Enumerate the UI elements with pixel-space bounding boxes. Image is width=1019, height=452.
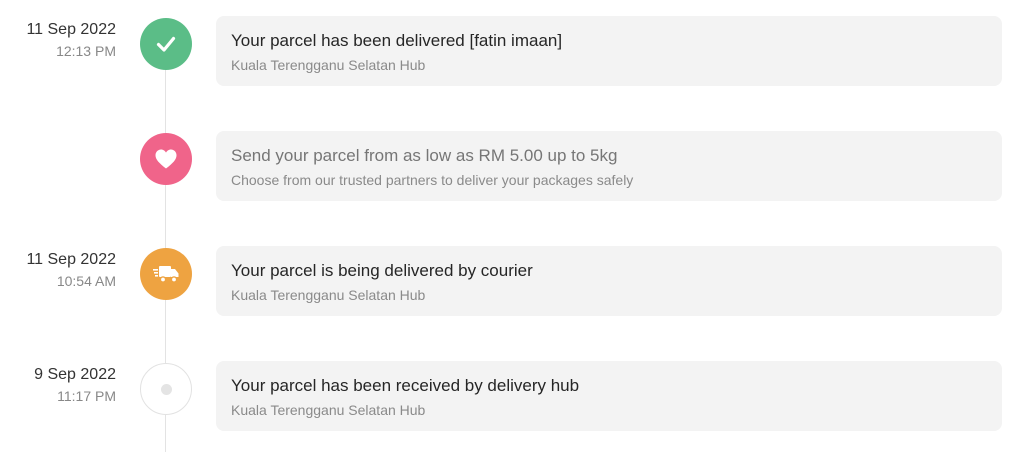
heart-icon <box>140 133 192 185</box>
timeline-event-delivered: 11 Sep 2022 12:13 PM Your parcel has bee… <box>0 16 1019 86</box>
event-time: 10:54 AM <box>56 273 116 289</box>
event-card: Your parcel has been received by deliver… <box>216 361 1002 431</box>
promo-title: Send your parcel from as low as RM 5.00 … <box>231 146 618 165</box>
event-time: 11:17 PM <box>57 388 116 404</box>
event-card: Your parcel has been delivered [fatin im… <box>216 16 1002 86</box>
event-location: Kuala Terengganu Selatan Hub <box>231 402 426 418</box>
event-location: Kuala Terengganu Selatan Hub <box>231 57 426 73</box>
event-timestamp: 11 Sep 2022 10:54 AM <box>0 250 116 291</box>
pending-dot-icon <box>140 363 192 415</box>
event-title: Your parcel is being delivered by courie… <box>231 261 533 280</box>
promo-description: Choose from our trusted partners to deli… <box>231 172 634 188</box>
promo-card[interactable]: Send your parcel from as low as RM 5.00 … <box>216 131 1002 201</box>
event-time: 12:13 PM <box>56 43 116 59</box>
event-date: 9 Sep 2022 <box>34 366 116 383</box>
event-title: Your parcel has been received by deliver… <box>231 376 580 395</box>
event-date: 11 Sep 2022 <box>26 21 116 38</box>
event-date: 11 Sep 2022 <box>26 251 116 268</box>
event-location: Kuala Terengganu Selatan Hub <box>231 287 426 303</box>
event-card: Your parcel is being delivered by courie… <box>216 246 1002 316</box>
timeline-promo[interactable]: Send your parcel from as low as RM 5.00 … <box>0 131 1019 201</box>
event-timestamp <box>0 135 116 136</box>
event-timestamp: 9 Sep 2022 11:17 PM <box>0 365 116 406</box>
tracking-timeline: 11 Sep 2022 12:13 PM Your parcel has bee… <box>0 0 1019 452</box>
dot-icon <box>160 383 172 395</box>
event-timestamp: 11 Sep 2022 12:13 PM <box>0 20 116 61</box>
delivery-truck-icon <box>140 248 192 300</box>
timeline-event-received: 9 Sep 2022 11:17 PM Your parcel has been… <box>0 361 1019 431</box>
event-title: Your parcel has been delivered [fatin im… <box>231 31 563 50</box>
check-icon <box>140 18 192 70</box>
timeline-event-out-for-delivery: 11 Sep 2022 10:54 AM Your parcel is bein… <box>0 246 1019 316</box>
